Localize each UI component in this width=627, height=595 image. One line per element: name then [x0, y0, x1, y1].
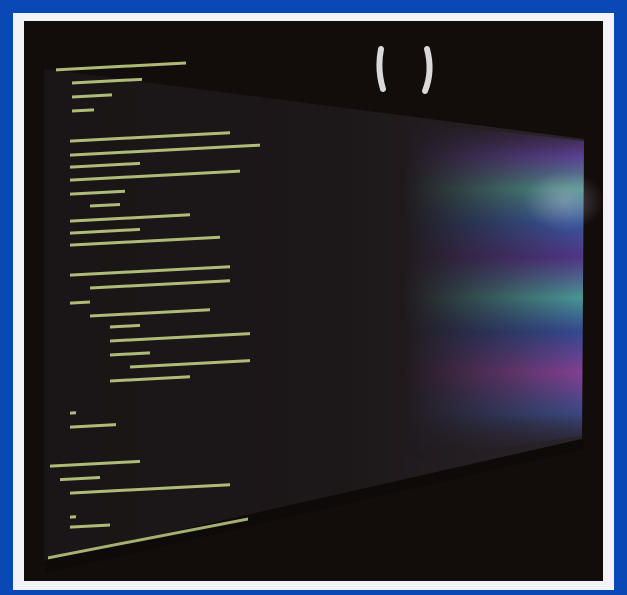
monitor-photo	[24, 21, 603, 581]
monitor-clip-left	[376, 46, 386, 92]
code-line	[70, 411, 76, 415]
code-line	[56, 61, 186, 72]
code-line	[70, 515, 76, 519]
glow-highlight	[524, 171, 603, 231]
monitor-photo-drawing	[44, 46, 603, 573]
photo-frame	[0, 0, 627, 595]
monitor-clip-right	[422, 46, 433, 94]
